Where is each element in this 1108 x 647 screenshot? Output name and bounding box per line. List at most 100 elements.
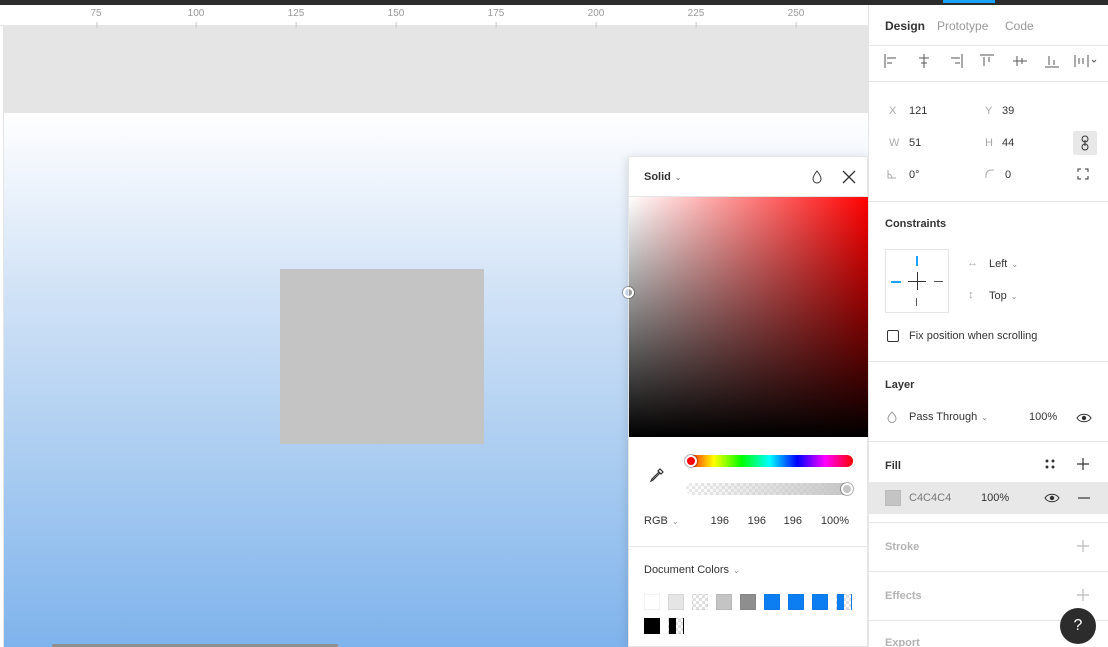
chevron-down-icon: ⌄ <box>674 173 682 182</box>
opacity-slider[interactable] <box>686 483 853 495</box>
fill-color-swatch[interactable] <box>885 490 901 506</box>
divider <box>869 441 1108 442</box>
h-label: H <box>985 137 993 149</box>
blend-mode-dropdown[interactable]: Pass Through ⌄ <box>909 411 988 423</box>
tab-code[interactable]: Code <box>1005 19 1034 33</box>
constraints-widget[interactable] <box>885 249 949 313</box>
constrain-proportions-button[interactable] <box>1073 131 1097 155</box>
alignment-toolbar <box>869 49 1108 73</box>
saturation-brightness-area[interactable] <box>623 197 869 437</box>
color-swatch[interactable] <box>668 618 684 634</box>
ruler-tick: 225 <box>687 8 705 28</box>
link-icon <box>1081 135 1089 151</box>
color-swatch[interactable] <box>644 594 660 610</box>
add-stroke-icon[interactable] <box>1076 539 1090 553</box>
eye-icon[interactable] <box>1044 490 1060 506</box>
fill-opacity-input[interactable]: 100% <box>981 492 1009 504</box>
color-values-row: RGB ⌄ 196 196 196 100% <box>629 513 869 533</box>
hue-slider-handle[interactable] <box>685 455 697 467</box>
constraints-title: Constraints <box>885 218 947 230</box>
selected-rectangle[interactable] <box>280 269 484 444</box>
red-input[interactable]: 196 <box>699 515 729 527</box>
color-handle[interactable] <box>623 287 634 298</box>
color-swatch[interactable] <box>788 594 804 610</box>
color-swatch[interactable] <box>644 618 660 634</box>
color-swatch[interactable] <box>668 594 684 610</box>
color-picker-header: Solid ⌄ <box>629 157 869 197</box>
eye-icon[interactable] <box>1076 410 1092 426</box>
eyedropper-icon[interactable] <box>649 467 665 483</box>
width-input[interactable]: 51 <box>909 137 921 149</box>
corner-radius-input[interactable]: 0 <box>1005 169 1011 181</box>
layer-opacity-input[interactable]: 100% <box>1029 411 1057 423</box>
ruler-tick: 100 <box>187 8 205 28</box>
center-v-line[interactable] <box>917 272 918 290</box>
layer-title: Layer <box>885 379 915 391</box>
height-input[interactable]: 44 <box>1002 137 1014 149</box>
ruler-tick: 125 <box>287 8 305 28</box>
color-swatch[interactable] <box>716 594 732 610</box>
alpha-input[interactable]: 100% <box>819 515 849 527</box>
fix-position-checkbox[interactable] <box>887 330 899 342</box>
color-mode-label: RGB <box>644 515 668 527</box>
y-input[interactable]: 39 <box>1002 105 1014 117</box>
fill-hex-input[interactable]: C4C4C4 <box>909 492 951 504</box>
bottom-constraint-line[interactable] <box>916 298 917 306</box>
fill-row[interactable]: C4C4C4 100% <box>869 482 1108 514</box>
chevron-down-icon: ⌄ <box>732 566 740 575</box>
top-constraint-line[interactable] <box>916 256 918 266</box>
divider <box>869 45 1108 46</box>
align-horizontal-center-icon[interactable] <box>916 53 932 69</box>
divider <box>629 546 869 547</box>
add-effect-icon[interactable] <box>1076 588 1090 602</box>
blend-drop-icon[interactable] <box>811 170 823 184</box>
vertical-constraint-dropdown[interactable]: Top ⌄ <box>989 290 1017 302</box>
left-constraint-line[interactable] <box>891 281 901 283</box>
x-input[interactable]: 121 <box>909 105 927 117</box>
chevron-down-icon: ⌄ <box>1011 260 1019 269</box>
blend-drop-icon <box>887 411 897 423</box>
x-label: X <box>889 105 897 117</box>
horizontal-constraint-label: Left <box>989 258 1008 270</box>
color-swatch[interactable] <box>812 594 828 610</box>
align-top-icon[interactable] <box>979 53 995 69</box>
right-constraint-line[interactable] <box>934 281 943 282</box>
divider <box>869 571 1108 572</box>
color-swatch[interactable] <box>836 594 852 610</box>
vertical-arrows-icon: ↕ <box>968 289 974 301</box>
green-input[interactable]: 196 <box>736 515 766 527</box>
export-title: Export <box>885 637 920 647</box>
chevron-down-icon: ⌄ <box>1010 292 1018 301</box>
y-label: Y <box>985 105 993 117</box>
horizontal-constraint-dropdown[interactable]: Left ⌄ <box>989 258 1018 270</box>
fill-type-label: Solid <box>644 171 671 183</box>
align-vertical-center-icon[interactable] <box>1012 53 1028 69</box>
hue-slider[interactable] <box>686 455 853 467</box>
align-right-icon[interactable] <box>948 53 964 69</box>
color-swatch[interactable] <box>740 594 756 610</box>
ruler-tick: 175 <box>487 8 505 28</box>
vertical-constraint-label: Top <box>989 290 1007 302</box>
document-colors-dropdown[interactable]: Document Colors ⌄ <box>644 564 740 576</box>
align-left-icon[interactable] <box>883 53 899 69</box>
independent-corners-icon[interactable] <box>1077 168 1089 180</box>
add-fill-icon[interactable] <box>1076 457 1090 471</box>
style-grid-icon[interactable] <box>1044 458 1056 470</box>
help-button[interactable]: ? <box>1060 608 1096 644</box>
fill-type-dropdown[interactable]: Solid ⌄ <box>644 171 682 183</box>
distribute-icon[interactable] <box>1074 53 1098 69</box>
color-mode-dropdown[interactable]: RGB ⌄ <box>644 515 679 527</box>
opacity-slider-handle[interactable] <box>841 483 853 495</box>
color-swatch[interactable] <box>764 594 780 610</box>
horizontal-ruler: 75 100 125 150 175 200 225 250 <box>0 5 868 28</box>
tab-design[interactable]: Design <box>885 19 925 33</box>
active-tool-indicator <box>943 0 995 3</box>
tab-prototype[interactable]: Prototype <box>937 19 988 33</box>
align-bottom-icon[interactable] <box>1044 53 1060 69</box>
blue-input[interactable]: 196 <box>772 515 802 527</box>
rotation-input[interactable]: 0° <box>909 169 920 181</box>
remove-fill-icon[interactable] <box>1076 490 1092 506</box>
close-icon[interactable] <box>841 169 857 185</box>
horizontal-arrows-icon: ↔ <box>967 257 978 269</box>
color-swatch[interactable] <box>692 594 708 610</box>
